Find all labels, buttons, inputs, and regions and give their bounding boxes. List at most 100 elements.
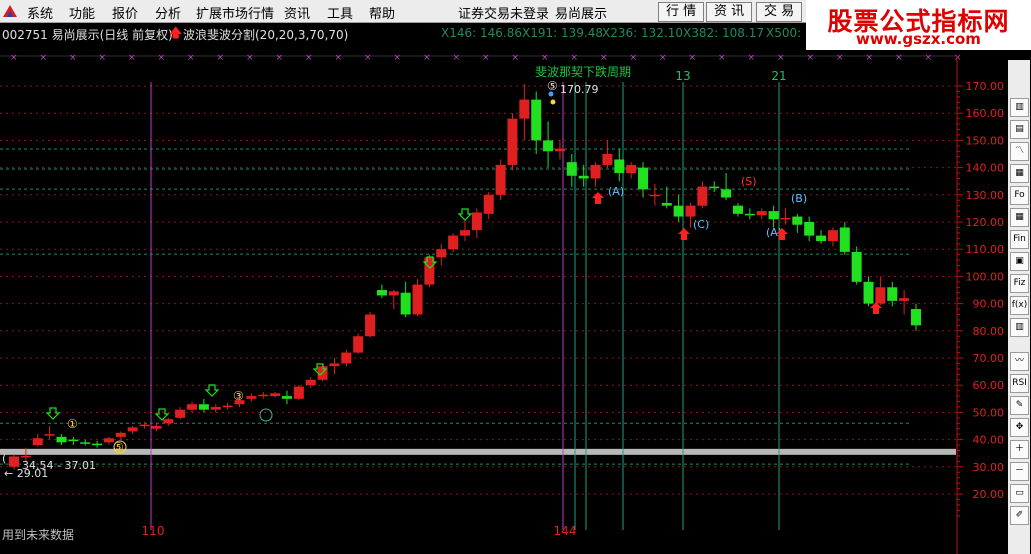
menu-extended-market[interactable]: 扩展市场行情 — [196, 3, 274, 22]
candle-tool-icon[interactable]: ▦ — [1010, 164, 1029, 183]
candle — [365, 311, 376, 338]
grid-tool-icon[interactable]: ▦ — [1010, 208, 1029, 227]
candle-body — [353, 336, 364, 353]
marker-icon: × — [158, 53, 166, 63]
price-tick-label: 20.00 — [973, 488, 1005, 501]
candle — [543, 121, 554, 168]
wave-label-c: (C) — [693, 218, 709, 231]
zoom-out-icon[interactable]: － — [1010, 462, 1029, 481]
candle — [673, 194, 684, 222]
kline-chart[interactable]: × × × × × × × × × × × × × × × × × × × × × × × × × × × × × × × × × 110 144… — [0, 44, 1006, 554]
marker-icon: × — [364, 53, 372, 63]
candle-body — [412, 284, 423, 315]
price-tick-label: 120.00 — [966, 216, 1005, 229]
candle-body — [460, 230, 470, 236]
rsi-tool-icon[interactable]: RSI — [1010, 374, 1029, 393]
fz-tool-icon[interactable]: Fiz — [1010, 274, 1029, 293]
pen-tool-icon[interactable]: ✎ — [1010, 396, 1029, 415]
wave-label-b: (B) — [791, 192, 807, 205]
candle-body — [483, 194, 494, 214]
candle — [804, 216, 815, 242]
candle-body — [32, 438, 43, 446]
marker-icon: × — [305, 53, 313, 63]
candle — [151, 423, 162, 432]
indicator-name[interactable]: 波浪斐波分割(20,20,3,70,70) — [183, 26, 348, 43]
candle-body — [507, 118, 518, 165]
candle-body — [638, 167, 649, 190]
candle — [768, 205, 779, 228]
kline-tool-icon[interactable]: ▥ — [1010, 98, 1029, 117]
candle — [460, 219, 470, 242]
marker-icon: × — [600, 53, 608, 63]
marker-icon: × — [925, 53, 933, 63]
marker-icon: × — [689, 53, 697, 63]
buy-arrow-icon — [154, 408, 170, 421]
menu-help[interactable]: 帮助 — [369, 3, 395, 22]
marker-icon: × — [482, 53, 490, 63]
candle — [875, 276, 886, 305]
candle-body — [816, 235, 827, 242]
candle — [697, 181, 708, 209]
menu-system[interactable]: 系统 — [27, 3, 53, 22]
table-tool-icon[interactable]: ▥ — [1010, 318, 1029, 337]
candle — [471, 208, 482, 239]
candle — [507, 113, 518, 171]
right-toolbar: ▥ ▤ 〽 ▦ Fo ▦ Fin ▣ Fiz f(x) ▥ 〰 RSI ✎ ✥ … — [1008, 60, 1030, 554]
candle-body — [709, 186, 720, 189]
formula-tool-icon[interactable]: Fo — [1010, 186, 1029, 205]
candle-body — [626, 164, 637, 174]
news-button[interactable]: 资 讯 — [706, 2, 753, 22]
line-tool-icon[interactable]: 〽 — [1010, 142, 1029, 161]
fin-tool-icon[interactable]: Fin — [1010, 230, 1029, 249]
candle-body — [175, 409, 186, 418]
trend-tool-icon[interactable]: 〰 — [1010, 352, 1029, 371]
indicator-info-bar: 002751 易尚展示(日线 前复权) 🡅 波浪斐波分割(20,20,3,70,… — [0, 23, 806, 43]
bar-tool-icon[interactable]: ▤ — [1010, 120, 1029, 139]
candle-body — [56, 436, 67, 443]
readout-x236: X236: 132.10 — [602, 26, 683, 40]
candle-body — [839, 227, 850, 252]
candle — [56, 434, 67, 446]
menu-quote[interactable]: 报价 — [112, 3, 138, 22]
candle-body — [305, 379, 316, 386]
candle-body — [614, 159, 625, 174]
price-tick-label: 150.00 — [966, 134, 1005, 147]
readout-x382: X382: 108.17 — [683, 26, 764, 40]
zoom-in-icon[interactable]: ＋ — [1010, 440, 1029, 459]
menu-analysis[interactable]: 分析 — [155, 3, 181, 22]
edit-tool-icon[interactable]: ✐ — [1010, 506, 1029, 525]
menu-function[interactable]: 功能 — [69, 3, 95, 22]
candle-body — [471, 212, 482, 231]
candle-body — [863, 281, 874, 304]
menu-tools[interactable]: 工具 — [327, 3, 353, 22]
candle — [721, 173, 732, 201]
candle — [709, 181, 720, 193]
current-stock-name: 易尚展示 — [555, 7, 608, 22]
candle — [222, 402, 233, 410]
trade-button[interactable]: 交 易 — [756, 2, 803, 22]
marker-icon: × — [10, 53, 18, 63]
candle — [400, 281, 411, 318]
cycle-title: 斐波那契下跌周期 — [535, 64, 631, 79]
candle — [483, 192, 494, 220]
candle-body — [151, 426, 162, 429]
price-tick-label: 60.00 — [973, 379, 1005, 392]
marker-icon: × — [895, 53, 903, 63]
chart-tool-icon[interactable]: ▣ — [1010, 252, 1029, 271]
quote-button[interactable]: 行 情 — [658, 2, 705, 22]
candle — [139, 421, 150, 429]
candle — [258, 392, 269, 399]
price-tick-label: 70.00 — [973, 352, 1005, 365]
marker-icon: × — [807, 53, 815, 63]
move-tool-icon[interactable]: ✥ — [1010, 418, 1029, 437]
fx-tool-icon[interactable]: f(x) — [1010, 296, 1029, 315]
candle — [187, 401, 198, 413]
candle-body — [198, 404, 209, 410]
candle — [32, 434, 43, 447]
ruler-tool-icon[interactable]: ▭ — [1010, 484, 1029, 503]
candle-body — [851, 251, 862, 282]
wave-label-3: ③ — [233, 389, 244, 403]
menu-news[interactable]: 资讯 — [284, 3, 310, 22]
app-logo-icon — [3, 5, 17, 17]
marker-icon: × — [69, 53, 77, 63]
